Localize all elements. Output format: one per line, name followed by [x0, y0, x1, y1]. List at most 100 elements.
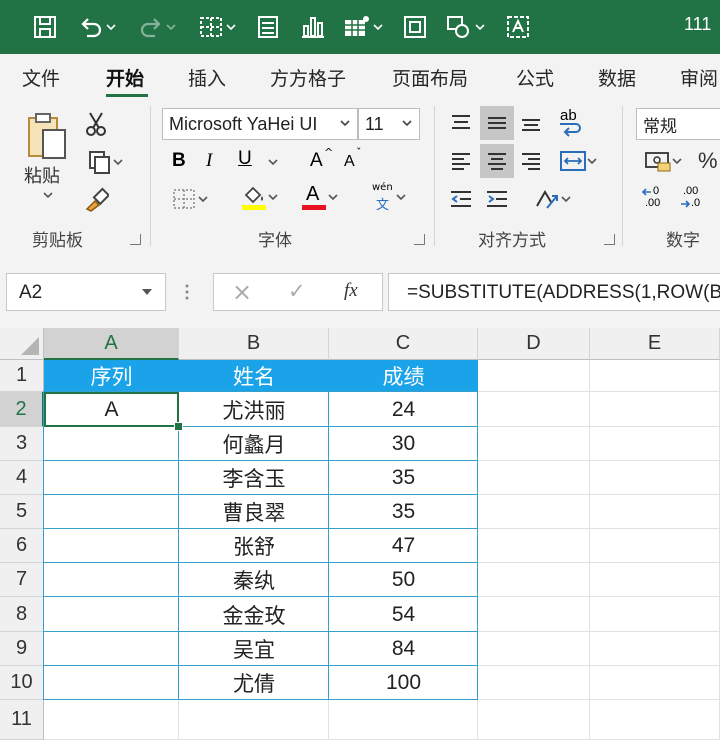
- enter-icon[interactable]: ✓: [288, 279, 306, 303]
- row-header-10[interactable]: 10: [0, 666, 44, 700]
- wrap-text-icon[interactable]: ab: [554, 106, 586, 140]
- borders-icon[interactable]: [194, 10, 240, 44]
- table-cell[interactable]: 张舒: [179, 529, 329, 563]
- bold-button[interactable]: B: [172, 150, 186, 172]
- select-all-button[interactable]: [0, 328, 44, 360]
- table-cell[interactable]: 曹良翠: [179, 495, 329, 529]
- tab-formulas[interactable]: 公式: [516, 64, 554, 91]
- worksheet-grid[interactable]: ABCDE 1 2 3 4 5 6 7 8 9 10 11 序列 姓名 成绩 A 尤洪丽 24 何蠡月 30 李含玉…: [0, 328, 720, 740]
- table-cell[interactable]: 30: [329, 427, 478, 461]
- formula-bar-grip-icon[interactable]: [184, 282, 194, 304]
- grow-font-button[interactable]: A: [310, 150, 323, 172]
- align-right-icon[interactable]: [516, 146, 546, 176]
- fill-handle[interactable]: [174, 422, 183, 431]
- table-header-cell[interactable]: 成绩: [329, 360, 478, 392]
- row-header-4[interactable]: 4: [0, 461, 44, 495]
- row-header-3[interactable]: 3: [0, 427, 44, 461]
- table-cell[interactable]: 何蠡月: [179, 427, 329, 461]
- shrink-font-button[interactable]: A: [344, 153, 355, 171]
- clipboard-launcher-icon[interactable]: [130, 234, 141, 245]
- paste-dropdown-icon[interactable]: [40, 188, 56, 202]
- cut-icon[interactable]: [82, 110, 110, 138]
- font-name-combo[interactable]: Microsoft YaHei UI: [162, 108, 358, 140]
- table-cell[interactable]: [44, 427, 179, 461]
- tab-file[interactable]: 文件: [22, 64, 60, 91]
- merge-center-icon[interactable]: [552, 146, 604, 176]
- row-header-11[interactable]: 11: [0, 700, 44, 740]
- align-top-icon[interactable]: [446, 108, 476, 138]
- insert-function-icon[interactable]: fx: [344, 280, 358, 302]
- tab-home[interactable]: 开始: [106, 64, 144, 91]
- column-header-e[interactable]: E: [590, 328, 720, 360]
- italic-button[interactable]: I: [206, 150, 212, 172]
- cancel-icon[interactable]: ×: [232, 278, 252, 306]
- underline-button[interactable]: U: [238, 148, 252, 170]
- table-cell[interactable]: 吴宜: [179, 632, 329, 666]
- table-cell[interactable]: 24: [329, 392, 478, 427]
- table-cell[interactable]: [44, 563, 179, 597]
- row-header-1[interactable]: 1: [0, 360, 44, 392]
- table-cell[interactable]: [44, 632, 179, 666]
- formula-input[interactable]: =SUBSTITUTE(ADDRESS(1,ROW(B: [388, 273, 720, 311]
- column-header-b[interactable]: B: [179, 328, 329, 360]
- orientation-icon[interactable]: [526, 184, 578, 214]
- name-box-dropdown-icon[interactable]: [141, 288, 153, 296]
- row-header-8[interactable]: 8: [0, 597, 44, 632]
- table-cell[interactable]: 84: [329, 632, 478, 666]
- tab-review[interactable]: 审阅: [680, 64, 718, 91]
- name-box[interactable]: A2: [6, 273, 166, 311]
- table-cell[interactable]: 金金玫: [179, 597, 329, 632]
- border-button[interactable]: [166, 186, 214, 212]
- font-size-combo[interactable]: 11: [358, 108, 420, 140]
- row-header-6[interactable]: 6: [0, 529, 44, 563]
- table-header-cell[interactable]: 序列: [44, 360, 179, 392]
- table-cell[interactable]: 35: [329, 495, 478, 529]
- column-header-d[interactable]: D: [478, 328, 590, 360]
- table-header-cell[interactable]: 姓名: [179, 360, 329, 392]
- align-center-icon[interactable]: [480, 144, 514, 178]
- shapes-icon[interactable]: [440, 10, 490, 44]
- tab-data[interactable]: 数据: [598, 64, 636, 91]
- align-bottom-icon[interactable]: [516, 108, 546, 138]
- row-header-9[interactable]: 9: [0, 632, 44, 666]
- chart-icon[interactable]: [298, 10, 328, 44]
- table-cell[interactable]: 100: [329, 666, 478, 700]
- column-header-c[interactable]: C: [329, 328, 478, 360]
- font-launcher-icon[interactable]: [414, 234, 425, 245]
- redo-icon[interactable]: [134, 10, 180, 44]
- table-cell[interactable]: 50: [329, 563, 478, 597]
- decrease-indent-icon[interactable]: [446, 184, 476, 214]
- accounting-format-icon[interactable]: [638, 146, 688, 176]
- table-cell[interactable]: [44, 597, 179, 632]
- tab-page-layout[interactable]: 页面布局: [392, 64, 468, 91]
- percent-button[interactable]: %: [698, 148, 718, 174]
- format-painter-icon[interactable]: [82, 186, 110, 214]
- table-cell[interactable]: 尤洪丽: [179, 392, 329, 427]
- fill-color-button[interactable]: [234, 182, 284, 212]
- table-cell[interactable]: 秦纨: [179, 563, 329, 597]
- row-header-7[interactable]: 7: [0, 563, 44, 597]
- underline-dropdown-icon[interactable]: [266, 156, 280, 168]
- paste-icon[interactable]: [18, 112, 74, 162]
- table-cell[interactable]: [44, 529, 179, 563]
- row-header-5[interactable]: 5: [0, 495, 44, 529]
- row-header-2[interactable]: 2: [0, 392, 44, 427]
- increase-indent-icon[interactable]: [482, 184, 512, 214]
- table-cell[interactable]: 54: [329, 597, 478, 632]
- font-color-button[interactable]: A: [294, 182, 344, 212]
- screenshot-icon[interactable]: [400, 10, 430, 44]
- decrease-decimal-button[interactable]: .00 .0: [676, 184, 706, 214]
- increase-decimal-button[interactable]: 0 .00: [640, 184, 670, 214]
- table-cell[interactable]: 尤倩: [179, 666, 329, 700]
- tab-insert[interactable]: 插入: [188, 64, 226, 91]
- paste-label[interactable]: 粘贴: [24, 162, 60, 188]
- table-cell[interactable]: [44, 495, 179, 529]
- textbox-icon[interactable]: [504, 10, 532, 44]
- tab-fangfanggezi[interactable]: 方方格子: [270, 64, 346, 91]
- copy-icon[interactable]: [80, 148, 130, 176]
- save-icon[interactable]: [30, 10, 60, 44]
- align-left-icon[interactable]: [446, 146, 476, 176]
- undo-icon[interactable]: [74, 10, 120, 44]
- table-icon[interactable]: [338, 10, 388, 44]
- table-cell[interactable]: [44, 461, 179, 495]
